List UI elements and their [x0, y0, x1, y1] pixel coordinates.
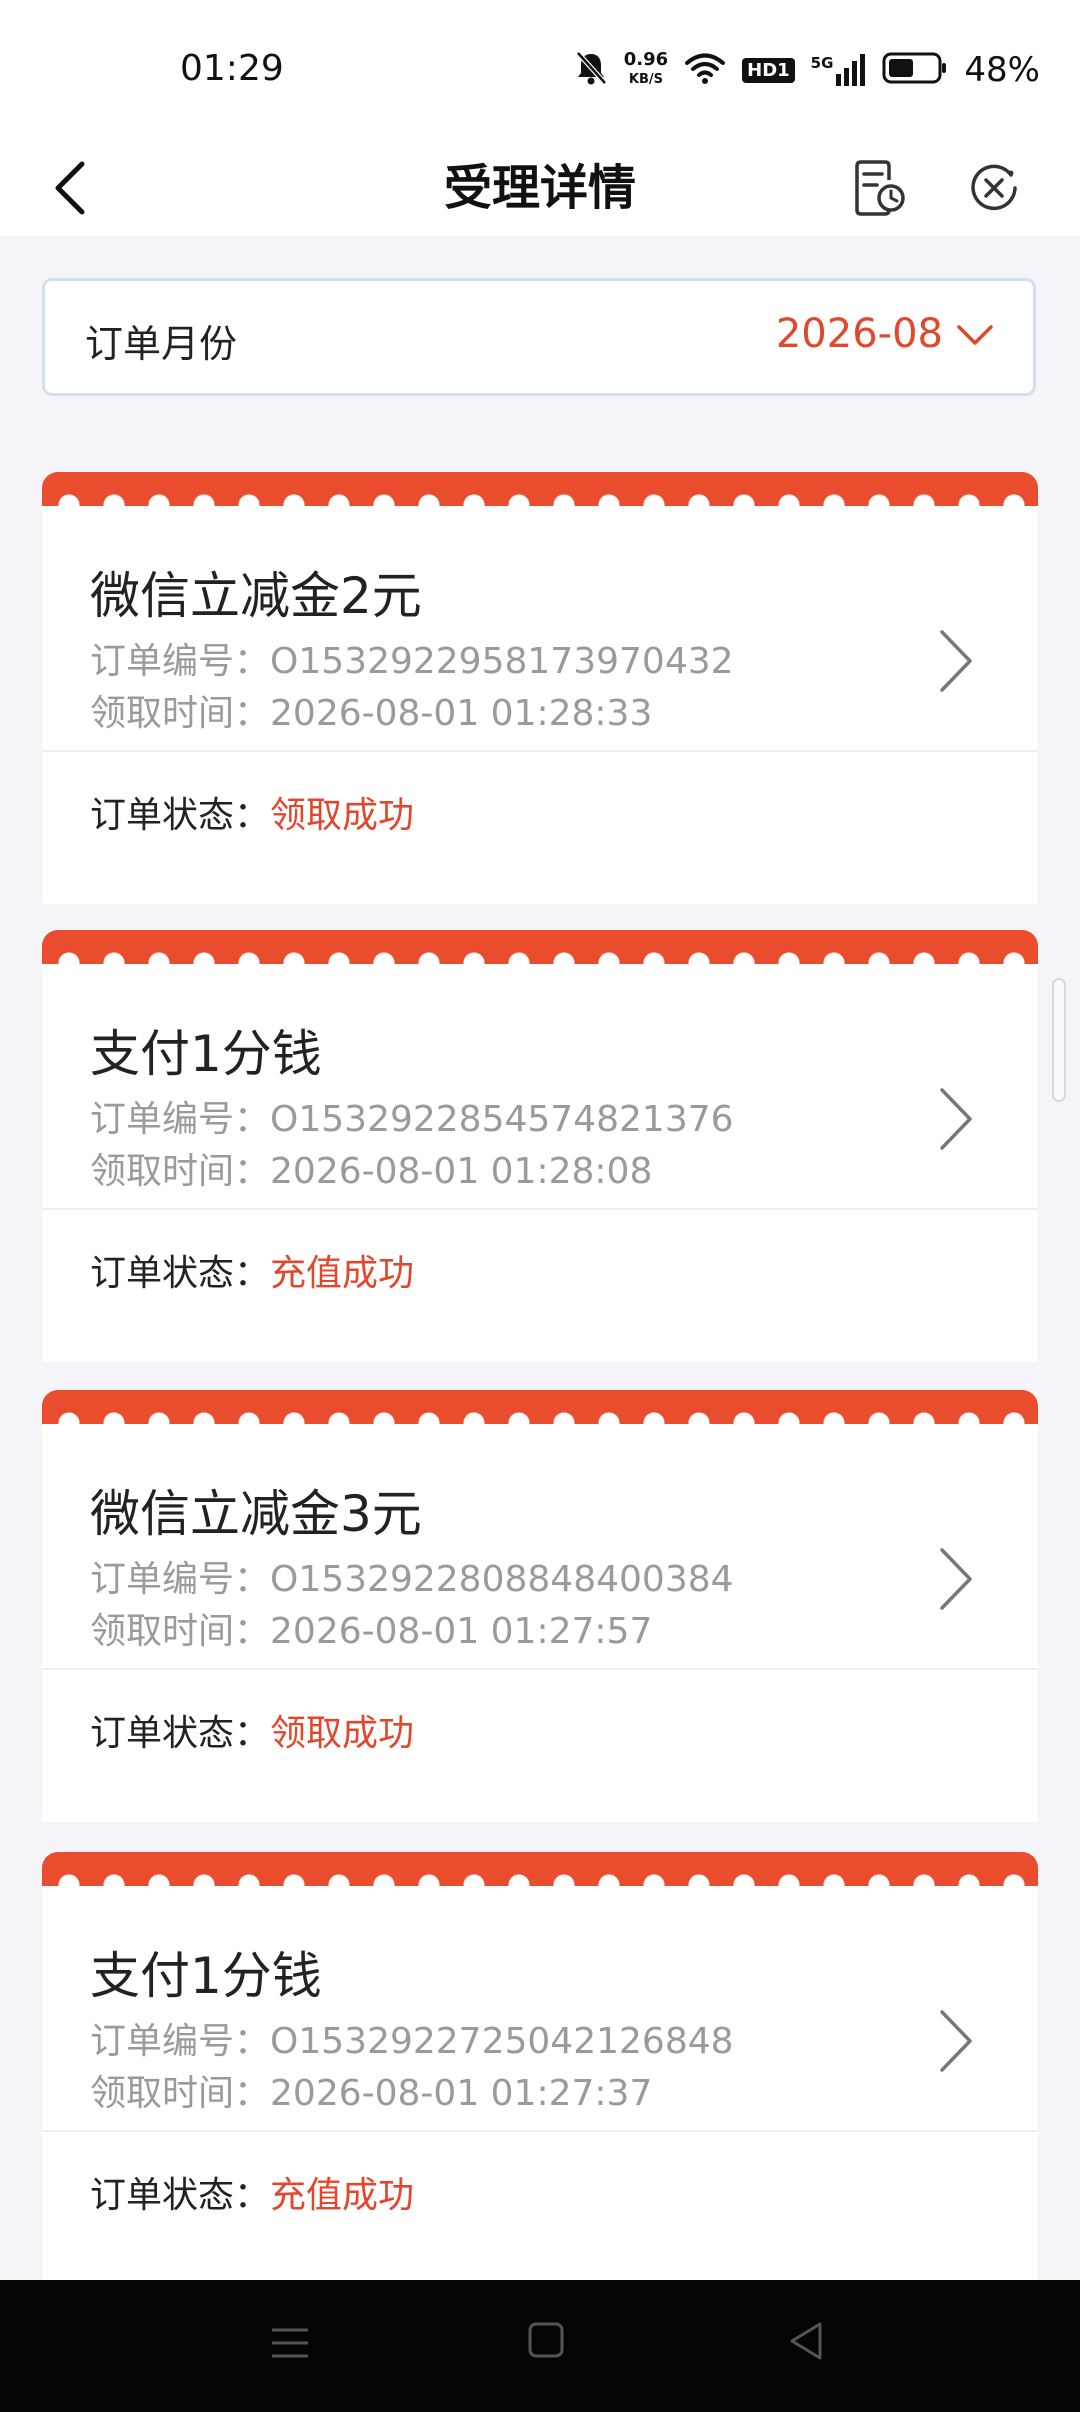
net-speed: 0.96 KB/S — [624, 51, 668, 89]
claim-time-row: 领取时间：2026-08-01 01:27:57 — [90, 1602, 652, 1654]
claim-time: 2026-08-01 01:27:57 — [270, 1611, 653, 1652]
net-speed-value: 0.96 — [623, 49, 669, 70]
top-nav-bar: 受理详情 — [0, 140, 1080, 236]
order-card[interactable]: 支付1分钱 订单编号：O1532922854574821376 领取时间：202… — [42, 930, 1038, 1362]
order-number: O1532922725042126848 — [270, 2021, 734, 2062]
order-title: 支付1分钱 — [90, 1947, 322, 2005]
battery-icon — [882, 52, 948, 88]
order-status: 领取成功 — [270, 795, 415, 836]
back-icon — [55, 161, 85, 215]
scrollbar[interactable] — [1052, 978, 1066, 1102]
order-status-label: 订单状态： — [90, 1713, 271, 1754]
order-number-row: 订单编号：O1532922725042126848 — [90, 2012, 734, 2064]
battery-percent: 48% — [964, 50, 1040, 90]
claim-time: 2026-08-01 01:27:37 — [270, 2073, 653, 2114]
close-icon — [971, 164, 1017, 211]
card-body: 支付1分钱 订单编号：O1532922854574821376 领取时间：202… — [42, 964, 1038, 1362]
order-status-label: 订单状态： — [90, 1253, 271, 1294]
order-title: 支付1分钱 — [90, 1025, 322, 1083]
home-icon[interactable] — [526, 2320, 566, 2360]
history-button[interactable] — [848, 148, 912, 228]
system-nav-bar — [0, 2280, 1080, 2412]
claim-time-row: 领取时间：2026-08-01 01:27:37 — [90, 2064, 652, 2116]
card-ticket-header — [42, 1852, 1038, 1888]
order-number-label: 订单编号： — [90, 641, 271, 682]
order-card[interactable]: 微信立减金3元 订单编号：O1532922808848400384 领取时间：2… — [42, 1390, 1038, 1822]
claim-time-row: 领取时间：2026-08-01 01:28:08 — [90, 1142, 652, 1194]
page-title: 受理详情 — [443, 160, 636, 216]
divider — [42, 2130, 1038, 2132]
order-number-label: 订单编号： — [90, 1099, 271, 1140]
system-back-icon[interactable] — [784, 2316, 828, 2366]
order-card[interactable]: 支付1分钱 订单编号：O1532922725042126848 领取时间：202… — [42, 1852, 1038, 2280]
divider — [42, 1208, 1038, 1210]
order-number-row: 订单编号：O1532922808848400384 — [90, 1550, 734, 1602]
claim-time-label: 领取时间： — [90, 1151, 271, 1192]
card-ticket-header — [42, 1390, 1038, 1426]
status-icons: 0.96 KB/S HD1 5G 48% — [574, 46, 1040, 94]
order-card[interactable]: 微信立减金2元 订单编号：O1532922958173970432 领取时间：2… — [42, 472, 1038, 904]
card-body: 支付1分钱 订单编号：O1532922725042126848 领取时间：202… — [42, 1886, 1038, 2280]
order-status: 充值成功 — [270, 1253, 415, 1294]
5g-signal-icon: 5G — [811, 54, 867, 86]
chevron-right-icon[interactable] — [934, 1544, 978, 1614]
order-number: O1532922854574821376 — [270, 1099, 734, 1140]
wifi-icon — [684, 51, 726, 89]
order-month-value: 2026-08 — [775, 311, 943, 357]
order-number-label: 订单编号： — [90, 1559, 271, 1600]
status-bar: 01:29 0.96 KB/S HD1 5G 48% — [0, 0, 1080, 140]
order-month-selector[interactable]: 订单月份 2026-08 — [42, 278, 1036, 396]
order-number-row: 订单编号：O1532922958173970432 — [90, 632, 734, 684]
net-speed-unit: KB/S — [628, 72, 663, 87]
order-number: O1532922958173970432 — [270, 641, 734, 682]
order-title: 微信立减金2元 — [90, 567, 422, 625]
chevron-down-icon — [957, 325, 993, 345]
order-status-row: 订单状态：充值成功 — [90, 1244, 414, 1296]
claim-time-row: 领取时间：2026-08-01 01:28:33 — [90, 684, 652, 736]
order-status-label: 订单状态： — [90, 2175, 271, 2216]
chevron-right-icon[interactable] — [934, 1084, 978, 1154]
order-number: O1532922808848400384 — [270, 1559, 734, 1600]
order-status: 领取成功 — [270, 1713, 415, 1754]
order-status-row: 订单状态：领取成功 — [90, 786, 414, 838]
menu-icon[interactable] — [268, 2318, 312, 2368]
card-body: 微信立减金3元 订单编号：O1532922808848400384 领取时间：2… — [42, 1424, 1038, 1822]
claim-time-label: 领取时间： — [90, 693, 271, 734]
card-body: 微信立减金2元 订单编号：O1532922958173970432 领取时间：2… — [42, 506, 1038, 904]
divider — [42, 1668, 1038, 1670]
order-number-label: 订单编号： — [90, 2021, 271, 2062]
order-number-row: 订单编号：O1532922854574821376 — [90, 1090, 734, 1142]
order-status-row: 订单状态：领取成功 — [90, 1704, 414, 1756]
order-title: 微信立减金3元 — [90, 1485, 422, 1543]
bell-muted-icon — [574, 50, 608, 90]
chevron-right-icon[interactable] — [934, 2006, 978, 2076]
back-button[interactable] — [40, 148, 100, 228]
history-icon — [855, 160, 905, 216]
order-status-row: 订单状态：充值成功 — [90, 2166, 414, 2218]
close-button[interactable] — [962, 148, 1026, 228]
hd-icon: HD1 — [742, 57, 795, 83]
signal-label: 5G — [810, 54, 834, 72]
claim-time-label: 领取时间： — [90, 1611, 271, 1652]
order-status-label: 订单状态： — [90, 795, 271, 836]
claim-time: 2026-08-01 01:28:08 — [270, 1151, 653, 1192]
status-time: 01:29 — [180, 48, 284, 89]
chevron-right-icon[interactable] — [934, 626, 978, 696]
order-month-label: 订单月份 — [85, 322, 238, 366]
claim-time-label: 领取时间： — [90, 2073, 271, 2114]
card-ticket-header — [42, 472, 1038, 508]
claim-time: 2026-08-01 01:28:33 — [270, 693, 653, 734]
order-status: 充值成功 — [270, 2175, 415, 2216]
divider — [42, 750, 1038, 752]
card-ticket-header — [42, 930, 1038, 966]
